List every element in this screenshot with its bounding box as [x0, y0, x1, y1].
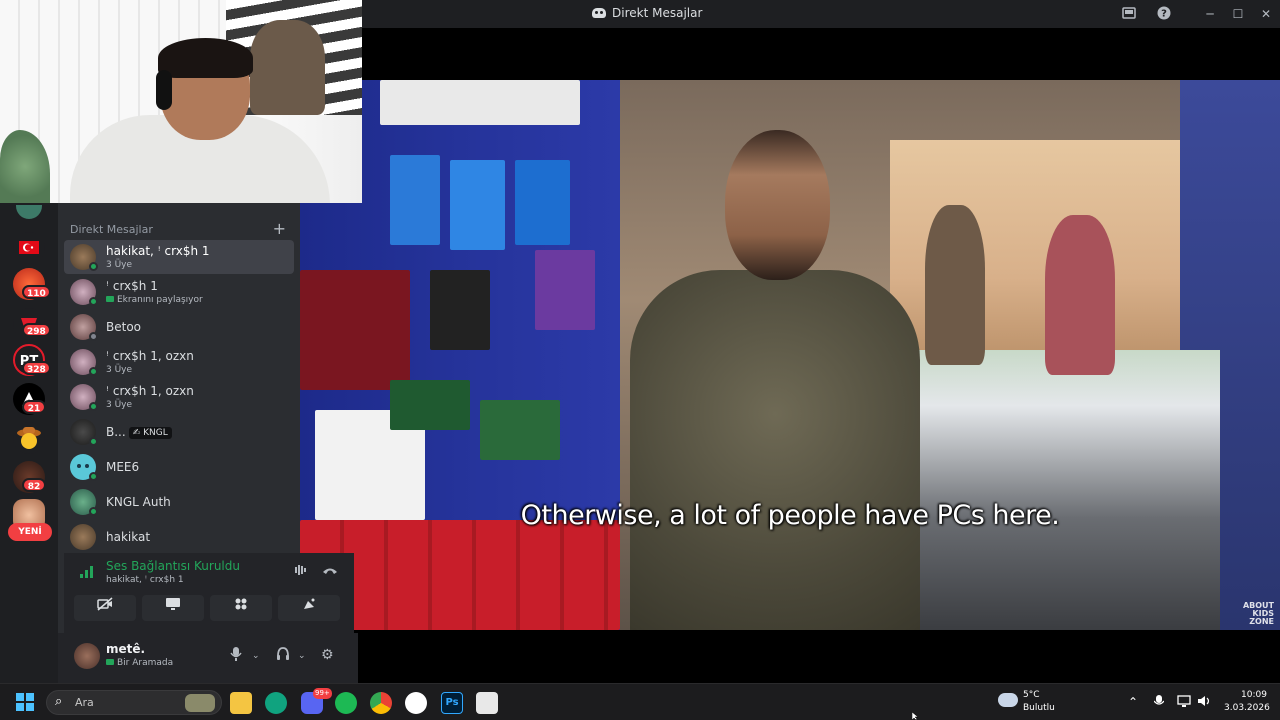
microphone-icon[interactable]: [1153, 695, 1165, 712]
server-badge: 21: [22, 400, 46, 414]
server-turkey-icon[interactable]: [13, 232, 45, 264]
dm-item[interactable]: hakikat, ꜝ crx$h 1 3 Üye: [64, 240, 294, 274]
chatgpt-icon[interactable]: [265, 692, 287, 714]
taskbar: ⌕ Ara 99+ Ps 5°C Bulutlu ⌃ 10:09 3.03.20…: [0, 683, 1280, 720]
server-cowboy-icon[interactable]: [13, 422, 45, 454]
headphone-icon: [156, 70, 172, 110]
server-badge: 328: [22, 361, 51, 375]
maximize-icon[interactable]: ☐: [1230, 6, 1246, 22]
webcam-overlay: [0, 0, 362, 203]
clock-time[interactable]: 10:09: [1241, 690, 1267, 700]
video-letterbox-bottom: [300, 630, 1280, 683]
chrome-icon[interactable]: [370, 692, 392, 714]
spotify-icon[interactable]: [335, 692, 357, 714]
dm-item[interactable]: KNGL Auth: [64, 485, 294, 519]
discord-icon: [592, 8, 606, 18]
file-explorer-icon[interactable]: [230, 692, 252, 714]
clock-date[interactable]: 3.03.2026: [1224, 703, 1270, 713]
dm-item[interactable]: MEE6: [64, 450, 294, 484]
user-name: metê.: [106, 642, 146, 656]
window-title-text: Direkt Mesajlar: [612, 6, 703, 20]
voice-status-title[interactable]: Ses Bağlantısı Kuruldu: [106, 559, 240, 573]
soundboard-button[interactable]: [278, 595, 340, 621]
taskbar-search[interactable]: ⌕ Ara: [46, 690, 222, 715]
user-panel: metê. Bir Aramada ⌄ ⌄ ⚙: [58, 633, 358, 686]
online-status-icon: [89, 297, 98, 306]
dm-panel: Direkt Mesajlar + hakikat, ꜝ crx$h 1 3 Ü…: [58, 203, 358, 686]
video-bystander: [1045, 215, 1115, 375]
avatar[interactable]: [74, 643, 100, 669]
search-icon: ⌕: [55, 694, 63, 709]
server-partial-icon[interactable]: [16, 205, 42, 219]
dm-item[interactable]: ꜝ crx$h 1 Ekranını paylaşıyor: [64, 275, 294, 309]
dm-item[interactable]: hakikat: [64, 520, 294, 554]
online-status-icon: [89, 437, 98, 446]
voice-connection-panel: Ses Bağlantısı Kuruldu hakikat, ꜝ crx$h …: [64, 553, 354, 633]
close-icon[interactable]: ✕: [1258, 6, 1274, 22]
volume-icon[interactable]: [1197, 695, 1211, 710]
notepad-icon[interactable]: [476, 692, 498, 714]
dm-item[interactable]: B... ✍ KNGL: [64, 415, 294, 449]
screen-share-icon: [106, 296, 114, 302]
title-bar: Direkt Mesajlar ? ─ ☐ ✕: [362, 0, 1280, 28]
voice-status-sub: hakikat, ꜝ crx$h 1: [106, 575, 184, 585]
photoshop-icon[interactable]: Ps: [441, 692, 463, 714]
voice-call-icon: [106, 659, 114, 665]
video-watermark: ABOUT KIDS ZONE: [1242, 601, 1274, 626]
video-counter: [900, 350, 1220, 630]
online-status-icon: [89, 402, 98, 411]
mouse-cursor-icon: [912, 712, 919, 720]
chevron-down-icon[interactable]: ⌄: [252, 651, 260, 661]
screen-share-video[interactable]: Otherwise, a lot of people have PCs here…: [300, 80, 1280, 630]
noise-suppression-icon[interactable]: [294, 563, 308, 581]
screen-share-button[interactable]: [142, 595, 204, 621]
video-letterbox-top: [362, 28, 1280, 80]
signal-icon[interactable]: [80, 566, 94, 581]
server-rail: 110 298 PT 328 21 82 YENİ: [0, 203, 58, 683]
online-status-icon: [89, 367, 98, 376]
disconnect-icon[interactable]: [322, 563, 338, 581]
obs-icon[interactable]: [405, 692, 427, 714]
offline-status-icon: [89, 332, 98, 341]
minimize-icon[interactable]: ─: [1202, 6, 1218, 22]
cloud-icon[interactable]: [998, 693, 1018, 707]
weather-desc: Bulutlu: [1023, 703, 1055, 713]
chevron-up-icon[interactable]: ⌃: [1128, 695, 1138, 709]
search-highlight-icon: [185, 694, 215, 712]
new-unreads-pill[interactable]: YENİ: [8, 523, 52, 541]
video-subtitle: Otherwise, a lot of people have PCs here…: [520, 500, 1060, 531]
network-icon[interactable]: [1177, 695, 1191, 710]
user-status: Bir Aramada: [106, 658, 173, 668]
online-status-icon: [89, 262, 98, 271]
dm-item[interactable]: ꜝ crx$h 1, ozxn 3 Üye: [64, 380, 294, 414]
headphones-icon[interactable]: [276, 647, 290, 665]
new-dm-plus-icon[interactable]: +: [273, 219, 286, 238]
discord-badge: 99+: [313, 688, 332, 699]
weather-temp: 5°C: [1023, 690, 1040, 700]
windows-start-icon[interactable]: [16, 693, 34, 711]
server-badge: 298: [22, 323, 51, 337]
online-status-icon: [89, 472, 98, 481]
window-title: Direkt Mesajlar: [592, 6, 702, 20]
avatar: [70, 524, 96, 550]
camera-off-button[interactable]: [74, 595, 136, 621]
server-badge: 82: [22, 478, 46, 492]
dm-item[interactable]: ꜝ crx$h 1, ozxn 3 Üye: [64, 345, 294, 379]
chevron-down-icon[interactable]: ⌄: [298, 651, 306, 661]
server-badge: 110: [22, 285, 51, 299]
online-status-icon: [89, 507, 98, 516]
dm-header: Direkt Mesajlar: [70, 223, 153, 236]
server-tag: ✍ KNGL: [128, 427, 172, 439]
inbox-icon[interactable]: [1121, 6, 1137, 22]
svg-text:?: ?: [1161, 9, 1167, 20]
video-bystander: [925, 205, 985, 365]
video-presenter: [630, 120, 920, 630]
activities-button[interactable]: [210, 595, 272, 621]
gear-icon[interactable]: ⚙: [321, 647, 334, 663]
search-placeholder: Ara: [75, 696, 94, 709]
help-icon[interactable]: ?: [1156, 6, 1172, 22]
dm-item[interactable]: Betoo: [64, 310, 294, 344]
microphone-icon[interactable]: [230, 647, 242, 665]
